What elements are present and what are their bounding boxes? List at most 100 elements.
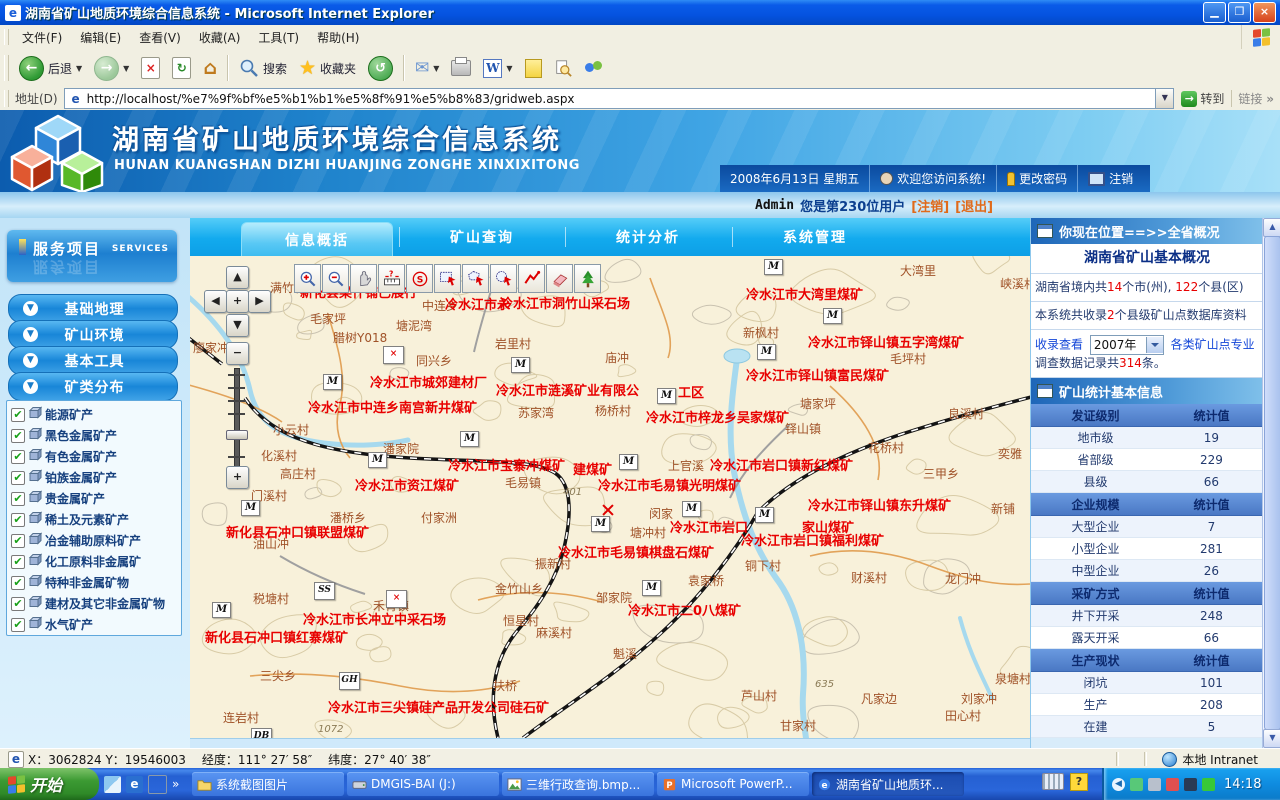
gh-box-marker[interactable]: GH [339,672,360,690]
layer-checkbox[interactable]: ✔ [11,534,25,548]
layer-checkbox[interactable]: ✔ [11,492,25,506]
back-button[interactable]: ← 后退▼ [13,53,88,84]
taskbar-task-1[interactable]: DMGIS-BAI (J:) [347,772,499,796]
mail-button[interactable]: ✉▼ [409,55,445,81]
layer-checkbox[interactable]: ✔ [11,513,25,527]
layer-checkbox[interactable]: ✔ [11,576,25,590]
maximize-button[interactable]: ❐ [1228,2,1251,23]
start-button[interactable]: 开始 [0,768,99,800]
select-circle-tool-button[interactable] [490,264,517,293]
menu-item-2[interactable]: 查看(V) [130,27,190,49]
sidebar-button-1[interactable]: ▼矿山环境 [8,320,178,349]
tray-icon-security[interactable] [1166,778,1179,791]
edit-word-button[interactable]: W▼ [477,56,518,81]
mine-point-marker[interactable]: M [323,374,342,390]
zoom-slider-track[interactable] [234,368,240,470]
layer-checkbox[interactable]: ✔ [11,408,25,422]
home-button[interactable]: ⌂ [197,54,223,82]
zoom-in-slider-button[interactable]: + [226,466,249,489]
select-polygon-tool-button[interactable] [462,264,489,293]
layer-checkbox[interactable]: ✔ [11,555,25,569]
year-select[interactable]: 2007年 [1090,335,1164,355]
mine-point-marker[interactable]: M [823,308,842,324]
keyboard-icon[interactable] [1042,773,1064,790]
tray-icon-media[interactable] [1202,778,1215,791]
rebar-handle[interactable] [4,55,9,82]
pan-left-button[interactable]: ◀ [204,290,227,313]
layer-checkbox[interactable]: ✔ [11,618,25,632]
show-desktop-icon[interactable] [104,776,121,793]
x-box-marker[interactable]: × [386,590,407,608]
notes-button[interactable] [519,56,548,81]
research-button[interactable] [548,56,578,80]
favorites-button[interactable]: ★ 收藏夹 [293,54,362,82]
links-label[interactable]: 链接 » [1231,90,1280,107]
taskbar-task-3[interactable]: PMicrosoft PowerP... [657,772,809,796]
vertical-scrollbar[interactable]: ▲ ▼ [1262,218,1280,748]
db-box-marker[interactable]: DB [251,728,272,738]
quick-launch-more-icon[interactable]: » [172,777,179,791]
mine-point-marker[interactable]: M [657,388,676,404]
eraser-tool-button[interactable] [546,264,573,293]
change-password-link[interactable]: 更改密码 [997,165,1078,192]
mine-point-marker[interactable]: M [511,357,530,373]
zoom-in-tool-button[interactable] [294,264,321,293]
menu-item-0[interactable]: 文件(F) [13,27,71,49]
ss-box-marker[interactable]: SS [314,582,335,600]
draw-redline-tool-button[interactable] [518,264,545,293]
measure-tool-button[interactable]: ? [378,264,405,293]
mine-point-marker[interactable]: M [460,431,479,447]
layer-checkbox[interactable]: ✔ [11,429,25,443]
taskbar-task-0[interactable]: 系统截图图片 [192,772,344,796]
pan-right-button[interactable]: ▶ [248,290,271,313]
ie-quicklaunch-icon[interactable]: e [126,776,143,793]
menu-item-5[interactable]: 帮助(H) [308,27,368,49]
sidebar-button-2[interactable]: ▼基本工具 [8,346,178,375]
mine-point-marker[interactable]: M [591,516,610,532]
mine-point-marker[interactable]: M [757,344,776,360]
sidebar-button-3[interactable]: ▼矿类分布 [8,372,178,401]
mine-point-marker[interactable]: M [241,500,260,516]
pan-down-button[interactable]: ▼ [226,314,249,337]
mine-point-marker[interactable]: M [212,602,231,618]
mine-point-marker[interactable]: M [755,507,774,523]
map-viewport[interactable]: 满竹村中连乡毛家坪塘泥湾腊树Y018岩里村廖家冲同兴乡大湾里峡溪村新枫村毛坪村庙… [190,256,1030,738]
taskbar-task-4[interactable]: e湖南省矿山地质环... [812,772,964,796]
scrollbar-thumb[interactable] [1264,236,1280,730]
tab-矿山查询[interactable]: 矿山查询 [407,218,557,256]
minimize-button[interactable]: ▁ [1203,2,1226,23]
legend-tree-tool-button[interactable] [574,264,601,293]
pan-up-button[interactable]: ▲ [226,266,249,289]
history-button[interactable]: ↺ [362,53,399,84]
zoom-out-tool-button[interactable] [322,264,349,293]
layer-checkbox[interactable]: ✔ [11,450,25,464]
menu-item-3[interactable]: 收藏(A) [190,27,250,49]
pan-tool-button[interactable] [350,264,377,293]
taskbar-task-2[interactable]: 三维行政查询.bmp... [502,772,654,796]
document-quicklaunch-icon[interactable] [148,775,167,794]
refresh-button[interactable]: ↻ [166,54,197,82]
sidebar-button-0[interactable]: ▼基础地理 [8,294,178,323]
tray-icon-monitor[interactable] [1184,778,1197,791]
zoom-out-slider-button[interactable]: − [226,342,249,365]
mine-point-marker[interactable]: M [642,580,661,596]
mine-point-marker[interactable]: M [368,452,387,468]
mine-point-marker[interactable]: M [619,454,638,470]
layer-checkbox[interactable]: ✔ [11,597,25,611]
full-extent-tool-button[interactable]: S [406,264,433,293]
close-button[interactable]: × [1253,2,1276,23]
address-input[interactable]: e http://localhost/%e7%9f%bf%e5%b1%b1%e5… [64,88,1157,109]
tray-icon-gray[interactable] [1148,778,1161,791]
rebar-handle[interactable] [4,29,9,46]
pan-center-button[interactable]: + [226,290,249,313]
address-dropdown-button[interactable]: ▼ [1156,88,1174,109]
print-button[interactable] [445,57,477,79]
scroll-up-button[interactable]: ▲ [1263,218,1280,237]
tray-collapse-icon[interactable]: ◀ [1112,778,1125,791]
menu-item-1[interactable]: 编辑(E) [71,27,130,49]
tray-icon-green[interactable] [1130,778,1143,791]
mine-point-marker[interactable]: M [764,259,783,275]
rebar-handle[interactable] [4,90,9,106]
select-rect-tool-button[interactable] [434,264,461,293]
layer-checkbox[interactable]: ✔ [11,471,25,485]
